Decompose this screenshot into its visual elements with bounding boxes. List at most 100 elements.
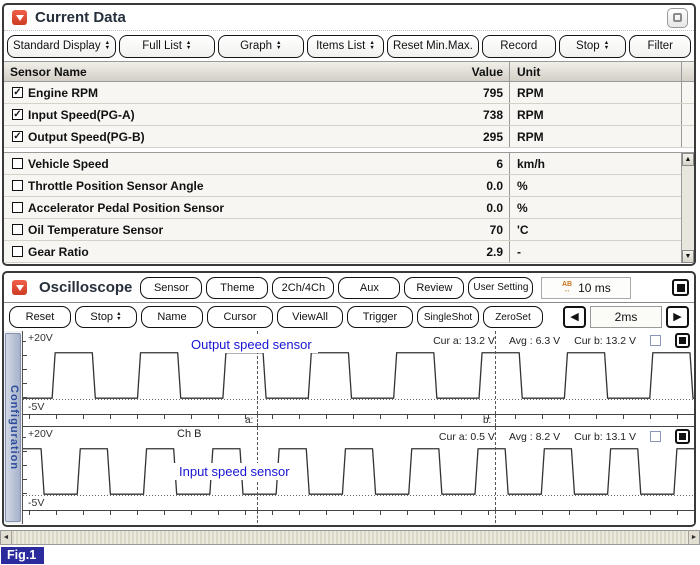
channel-b-plot[interactable]: +20V -5V Ch B Input speed sensor Cur a: … (23, 427, 694, 511)
sensor-unit: - (509, 241, 681, 262)
ab-cursor-icon: AB↔ (562, 282, 572, 294)
timebase-next-button[interactable]: ▶ (666, 306, 689, 328)
aux-button[interactable]: Aux (338, 277, 400, 299)
channel-power-button[interactable] (672, 279, 689, 296)
left-arrow-icon: ◀ (570, 312, 578, 323)
table-row[interactable]: ✓Output Speed(PG-B) 295 RPM (4, 126, 694, 148)
horizontal-scrollbar[interactable]: ◄ ► (0, 530, 700, 545)
scroll-right-button[interactable]: ► (688, 531, 699, 544)
spinner-icon: ▲▼ (604, 41, 609, 50)
oscilloscope-toolbar: Reset Stop ▲▼ Name Cursor ViewAll Trigge… (4, 303, 694, 331)
standard-display-button[interactable]: Standard Display▲▼ (7, 35, 116, 58)
row-checkbox[interactable]: ✓ (12, 131, 23, 142)
reset-button[interactable]: Reset (9, 306, 71, 328)
sensor-name: Vehicle Speed (28, 157, 109, 171)
y-axis-ticks (23, 341, 27, 403)
review-button[interactable]: Review (404, 277, 464, 299)
channel-b-checkbox[interactable] (650, 431, 661, 442)
row-checkbox[interactable] (12, 180, 23, 191)
unselected-sensors-table: Vehicle Speed 6 km/h Throttle Position S… (4, 153, 694, 263)
scroll-left-button[interactable]: ◄ (1, 531, 12, 544)
black-square-icon (679, 433, 686, 440)
sensor-unit: RPM (509, 104, 681, 125)
reset-min-max-button[interactable]: Reset Min.Max. (387, 35, 479, 58)
sensor-name: Throttle Position Sensor Angle (28, 179, 204, 193)
current-data-toolbar: Standard Display▲▼ Full List▲▼ Graph▲▼ I… (4, 31, 694, 61)
theme-button[interactable]: Theme (206, 277, 268, 299)
user-setting-button[interactable]: User Setting (468, 277, 533, 299)
row-checkbox[interactable] (12, 246, 23, 257)
down-arrow-icon: ▼ (685, 253, 692, 260)
row-checkbox[interactable]: ✓ (12, 87, 23, 98)
panel-marker-icon[interactable] (12, 280, 27, 295)
right-arrow-icon: ▶ (673, 312, 681, 323)
record-button[interactable]: Record (482, 35, 556, 58)
current-data-panel: Current Data Standard Display▲▼ Full Lis… (2, 3, 696, 266)
column-value[interactable]: Value (414, 65, 509, 79)
column-sensor-name[interactable]: Sensor Name (4, 65, 414, 79)
sensor-name: Engine RPM (28, 86, 98, 100)
table-row[interactable]: Gear Ratio 2.9 - (4, 241, 694, 263)
row-checkbox[interactable] (12, 158, 23, 169)
channel-a-plot[interactable]: +20V -5V Output speed sensor Cur a: 13.2… (23, 331, 694, 415)
scroll-up-button[interactable]: ▲ (682, 153, 694, 166)
cursor-b-value: Cur b: 13.2 V (574, 335, 636, 347)
row-checkbox[interactable]: ✓ (12, 109, 23, 120)
table-row[interactable]: Vehicle Speed 6 km/h (4, 153, 694, 175)
channel-b-label: Input speed sensor (173, 463, 296, 480)
column-unit[interactable]: Unit (509, 62, 681, 81)
trigger-button[interactable]: Trigger (347, 306, 413, 328)
panel-marker-icon[interactable] (12, 10, 27, 25)
spinner-icon: ▲▼ (186, 41, 191, 50)
channel-a-stop-button[interactable] (675, 333, 690, 348)
table-row[interactable]: Throttle Position Sensor Angle 0.0 % (4, 175, 694, 197)
sensor-name: Gear Ratio (28, 245, 89, 259)
oscilloscope-panel: Oscilloscope Sensor Theme 2Ch/4Ch Aux Re… (2, 271, 696, 527)
name-button[interactable]: Name (141, 306, 203, 328)
table-row[interactable]: ✓Input Speed(PG-A) 738 RPM (4, 104, 694, 126)
channel-a-label: Output speed sensor (185, 336, 318, 353)
sensor-unit: % (509, 175, 681, 196)
row-checkbox[interactable] (12, 202, 23, 213)
y-max-label: +20V (26, 332, 55, 344)
graph-button[interactable]: Graph▲▼ (218, 35, 304, 58)
table-row[interactable]: Accelerator Pedal Position Sensor 0.0 % (4, 197, 694, 219)
filter-button[interactable]: Filter (629, 35, 691, 58)
restore-icon (673, 13, 682, 22)
configuration-tab[interactable]: Configuration (5, 333, 21, 522)
zero-set-button[interactable]: ZeroSet (483, 306, 543, 328)
scroll-down-button[interactable]: ▼ (682, 250, 694, 263)
sensor-unit: RPM (509, 126, 681, 147)
view-all-button[interactable]: ViewAll (277, 306, 343, 328)
table-scrollbar[interactable]: ▲ ▼ (681, 153, 694, 263)
cursor-button[interactable]: Cursor (207, 306, 273, 328)
selected-sensors-table: ✓ Engine RPM 795 RPM ✓Input Speed(PG-A) 7… (4, 82, 694, 148)
sensor-value: 795 (414, 86, 509, 100)
timebase-prev-button[interactable]: ◀ (563, 306, 586, 328)
sample-time-value: 10 ms (578, 281, 611, 295)
channel-a-checkbox[interactable] (650, 335, 661, 346)
table-row[interactable]: ✓Engine RPM 795 RPM (4, 82, 694, 104)
2ch-4ch-button[interactable]: 2Ch/4Ch (272, 277, 334, 299)
channel-b-stop-button[interactable] (675, 429, 690, 444)
restore-window-button[interactable] (667, 8, 688, 28)
full-list-button[interactable]: Full List▲▼ (119, 35, 215, 58)
items-list-button[interactable]: Items List▲▼ (307, 35, 384, 58)
sensor-button[interactable]: Sensor (140, 277, 202, 299)
x-axis-ticks (29, 415, 694, 419)
current-data-header: Current Data (4, 5, 694, 31)
cursor-b-value: Cur b: 13.1 V (574, 431, 636, 443)
row-checkbox[interactable] (12, 224, 23, 235)
spinner-icon: ▲▼ (276, 41, 281, 50)
table-row[interactable]: Oil Temperature Sensor 70 'C (4, 219, 694, 241)
scope-stop-button[interactable]: Stop ▲▼ (75, 306, 137, 328)
stop-button[interactable]: Stop▲▼ (559, 35, 627, 58)
single-shot-button[interactable]: SingleShot (417, 306, 479, 328)
sample-time-display: AB↔ 10 ms (541, 277, 631, 299)
scrollbar-track[interactable] (12, 531, 688, 544)
oscilloscope-header: Oscilloscope Sensor Theme 2Ch/4Ch Aux Re… (4, 273, 694, 303)
sensor-name: Oil Temperature Sensor (28, 223, 163, 237)
black-square-icon (679, 337, 686, 344)
y-min-label: -5V (26, 401, 46, 413)
sensor-name: Accelerator Pedal Position Sensor (28, 201, 224, 215)
